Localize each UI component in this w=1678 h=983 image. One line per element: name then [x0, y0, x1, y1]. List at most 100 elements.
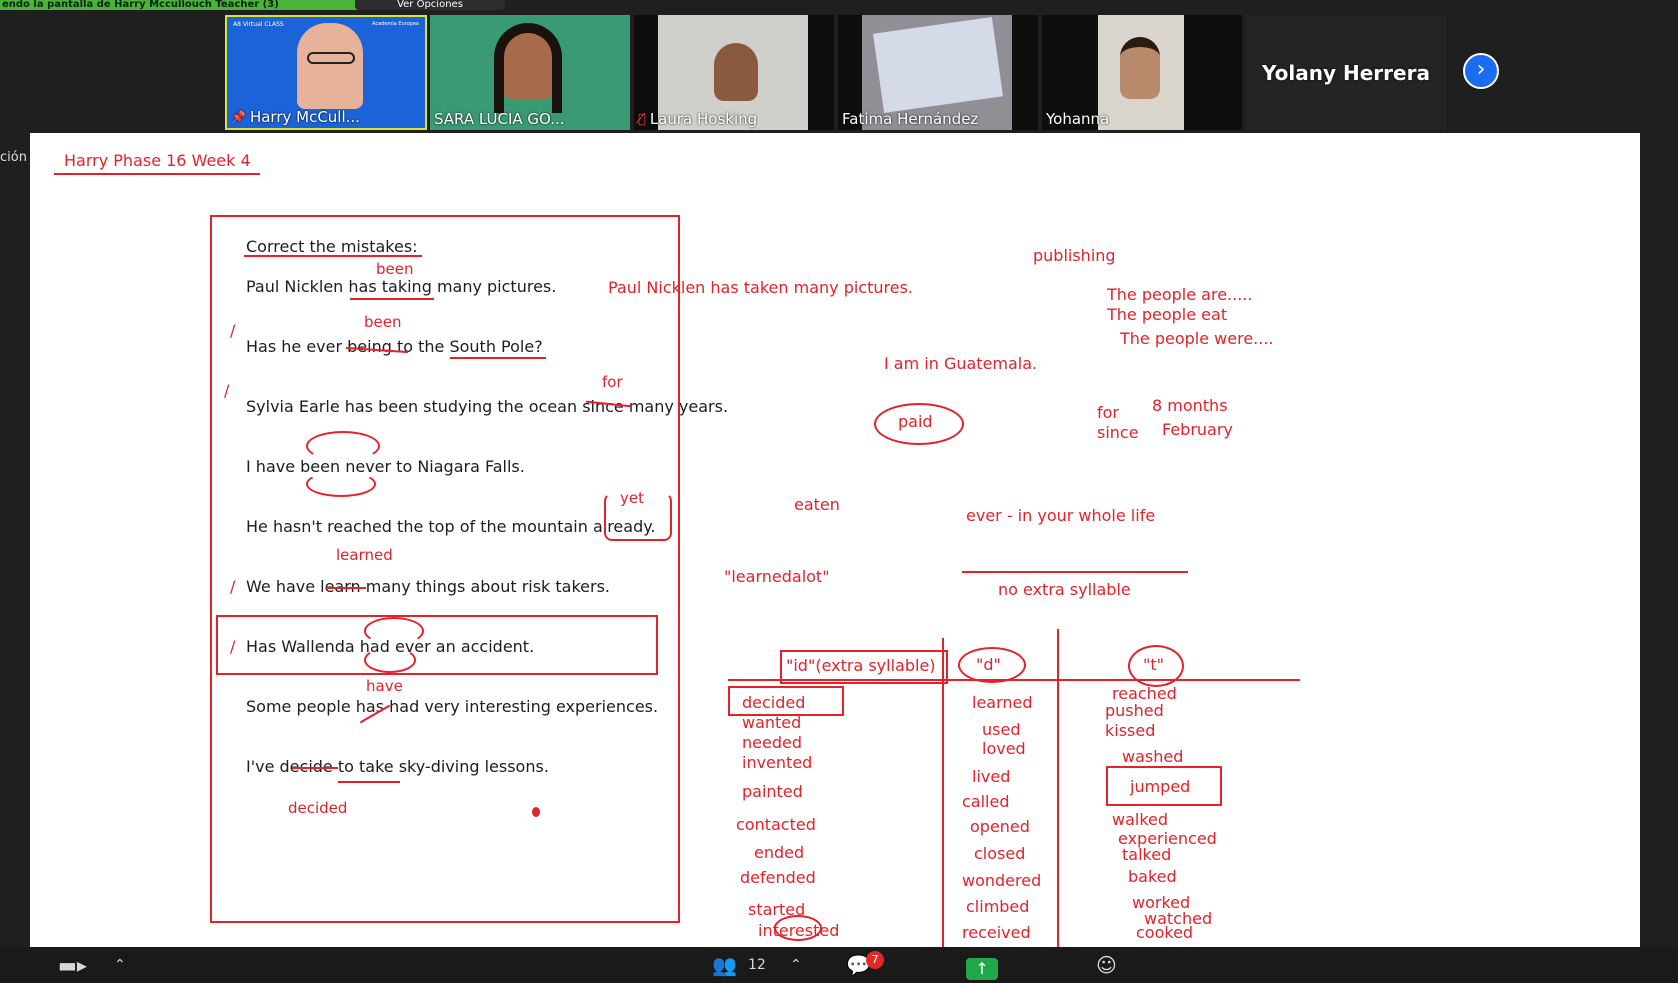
word-id: ended: [754, 843, 805, 862]
sentence-6: We have learn many things about risk tak…: [246, 577, 611, 596]
chat-badge: 7: [866, 951, 884, 969]
word-t: baked: [1128, 867, 1177, 886]
word-id: painted: [742, 782, 803, 801]
swap-arrow-bottom: [306, 471, 376, 497]
note-people-were: The people were....: [1120, 329, 1274, 348]
word-t: jumped: [1130, 777, 1191, 796]
participant-tile-sara[interactable]: SARA LUCIA GO...: [430, 15, 630, 130]
word-id: started: [748, 900, 806, 919]
check-mark: /: [224, 381, 230, 400]
harry-video: [297, 23, 363, 109]
word-id: interested: [758, 921, 840, 940]
whiteboard-title: Harry Phase 16 Week 4: [64, 151, 251, 170]
note-no-extra: no extra syllable: [998, 580, 1131, 599]
word-id: defended: [740, 868, 816, 887]
participant-tile-fatima[interactable]: Fatima Hernández: [838, 15, 1038, 130]
chevron-up-icon[interactable]: ⌃: [114, 947, 126, 983]
heading-underline: [244, 255, 422, 257]
correction-been-2: been: [364, 313, 402, 331]
exercise-box: [210, 215, 680, 923]
next-arrow-icon[interactable]: ›: [1463, 53, 1499, 89]
note-paid: paid: [898, 412, 933, 431]
note-learnedalot: "learnedalot": [724, 567, 830, 586]
note-publishing: publishing: [1033, 246, 1116, 265]
word-id: invented: [742, 753, 813, 772]
participant-tile-yohanna[interactable]: Yohanna: [1042, 15, 1242, 130]
sentence-1: Paul Nicklen has taking many pictures.: [246, 277, 557, 296]
class-name-text: A8 Virtual CLASS: [233, 21, 284, 28]
view-options-button[interactable]: Ver Opciones: [355, 0, 505, 10]
side-panel-label: ción: [0, 150, 27, 165]
yohanna-face: [1120, 37, 1160, 99]
check-mark: /: [230, 577, 236, 596]
word-t: walked: [1112, 810, 1169, 829]
participant-label: Yolany Herrera: [1262, 61, 1430, 85]
exercise-heading: Correct the mistakes:: [246, 237, 418, 256]
correction-learned: learned: [336, 546, 393, 564]
table-header-line: [728, 679, 1300, 681]
word-d: opened: [970, 817, 1030, 836]
word-t: kissed: [1105, 721, 1156, 740]
participant-label: Fatima Hernández: [842, 110, 979, 128]
camera-icon[interactable]: ▬▸: [58, 947, 87, 983]
harry-glasses: [307, 52, 355, 64]
check-mark: /: [230, 321, 236, 340]
word-d: used: [982, 720, 1021, 739]
participant-tile-harry[interactable]: A8 Virtual CLASS Academia Europea 📌 Harr…: [225, 15, 427, 130]
note-february: February: [1162, 420, 1233, 439]
participant-name: Yohanna: [1046, 110, 1109, 128]
divider-line: [962, 571, 1188, 573]
participants-icon[interactable]: 👥: [712, 947, 737, 983]
swap-arrow-wallenda-top: [364, 617, 424, 645]
word-id: contacted: [736, 815, 816, 834]
strike-decide: [292, 767, 338, 769]
participant-label: SARA LUCIA GO...: [434, 110, 565, 128]
chevron-up-icon[interactable]: ⌃: [790, 947, 802, 983]
note-eaten: eaten: [794, 495, 840, 514]
academy-badge: Academia Europea: [372, 21, 419, 27]
correction-decided: decided: [288, 799, 348, 817]
ink-dot: [532, 807, 540, 817]
word-t: pushed: [1105, 701, 1164, 720]
screen-share-banner: endo la pantalla de Harry Mccullouch Tea…: [0, 0, 357, 10]
note-people-are: The people are.....: [1107, 285, 1253, 304]
participant-tile-laura[interactable]: 🎙̸ Laura Hosking: [634, 15, 834, 130]
meeting-toolbar: [0, 947, 1678, 983]
strike-learn: [326, 587, 366, 589]
participant-tile-yolany[interactable]: Yolany Herrera: [1246, 15, 1446, 130]
note-since: since: [1097, 423, 1139, 442]
whiteboard-canvas[interactable]: Harry Phase 16 Week 4 Correct the mistak…: [30, 133, 1640, 947]
note-for: for: [1097, 403, 1119, 422]
box-wallenda: [216, 615, 658, 675]
sentence-2: Has he ever being to the South Pole?: [246, 337, 543, 356]
word-d: lived: [972, 767, 1011, 786]
word-id: decided: [742, 693, 806, 712]
table-column-divider: [1057, 629, 1059, 947]
note-corrected-sentence: Paul Nicklen has taken many pictures.: [608, 278, 913, 297]
participant-label: Laura Hosking: [649, 110, 758, 128]
sentence-4: I have been never to Niagara Falls.: [246, 457, 525, 476]
word-t: talked: [1122, 845, 1172, 864]
word-d: climbed: [966, 897, 1030, 916]
sentence-5: He hasn't reached the top of the mountai…: [246, 517, 656, 536]
table-column-divider: [942, 638, 944, 947]
reactions-icon[interactable]: ☺: [1096, 947, 1117, 983]
word-d: closed: [974, 844, 1026, 863]
word-d: wondered: [962, 871, 1042, 890]
underline-south-pole: [450, 357, 546, 359]
word-t: cooked: [1136, 923, 1194, 942]
word-id: needed: [742, 733, 802, 752]
word-d: called: [962, 792, 1010, 811]
participant-label: Yohanna: [1046, 110, 1110, 128]
correction-been-1: been: [376, 260, 414, 278]
word-t: washed: [1122, 747, 1184, 766]
note-eight-months: 8 months: [1152, 396, 1228, 415]
table-header-t: "t": [1143, 655, 1164, 674]
participant-label: Harry McCull...: [249, 108, 360, 126]
table-header-d: "d": [976, 655, 1001, 674]
share-screen-icon[interactable]: ↑: [966, 958, 998, 980]
participant-name: 📌 Harry McCull...: [231, 108, 360, 126]
bracket-already: [604, 493, 672, 541]
participant-name: SARA LUCIA GO...: [434, 110, 565, 128]
note-people-eat: The people eat: [1107, 305, 1228, 324]
